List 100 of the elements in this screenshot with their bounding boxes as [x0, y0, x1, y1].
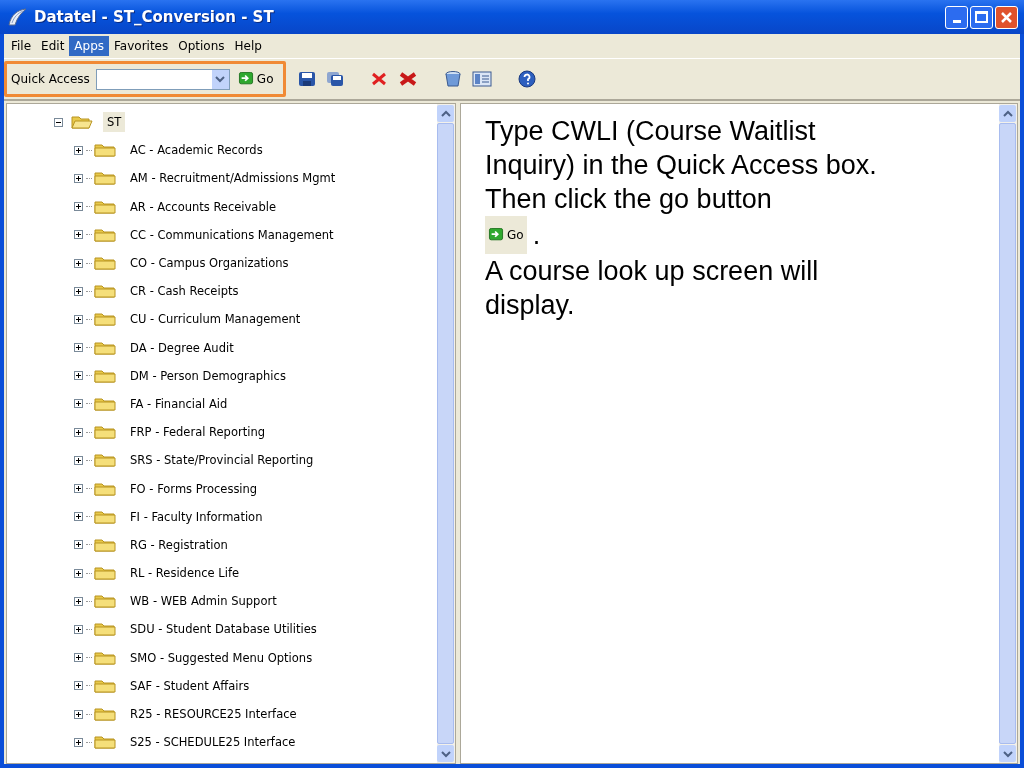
tree-item[interactable]: DM - Person Demographics [126, 365, 290, 386]
folder-icon [94, 453, 116, 468]
expand-toggle[interactable] [71, 173, 85, 183]
go-button-image: Go [485, 216, 527, 254]
expand-toggle[interactable] [71, 427, 85, 437]
scroll-down-icon[interactable] [440, 749, 451, 758]
menu-item[interactable]: Favorites [109, 36, 174, 56]
chevron-down-icon [215, 75, 226, 83]
window-title: Datatel - ST_Conversion - ST [34, 8, 275, 26]
folder-icon [94, 143, 116, 158]
maximize-button[interactable] [970, 5, 993, 29]
scroll-up-icon[interactable] [1002, 109, 1013, 118]
tree-item[interactable]: RL - Residence Life [126, 563, 244, 584]
app-icon [6, 6, 28, 28]
expand-toggle[interactable] [71, 653, 85, 663]
menu-item[interactable]: Help [229, 36, 267, 56]
folder-icon [94, 481, 116, 496]
instruction-text: A course look up screen will display. [485, 255, 820, 322]
folder-icon [94, 735, 116, 750]
instruction-text: Type CWLI (Course Waitlist Inquiry) in the Quick Access box. [485, 115, 878, 182]
folder-icon [94, 199, 116, 214]
expand-toggle[interactable] [71, 681, 85, 691]
scroll-up-icon[interactable] [440, 109, 451, 118]
tree-item[interactable]: AC - Academic Records [126, 140, 267, 161]
tree-item[interactable]: RG - Registration [126, 534, 232, 555]
minimize-button[interactable] [945, 5, 968, 29]
tree-item[interactable]: SDU - Student Database Utilities [126, 619, 321, 640]
tree-item[interactable]: WB - WEB Admin Support [126, 591, 281, 612]
delete-x-icon[interactable] [398, 71, 419, 87]
folder-icon [94, 650, 116, 665]
tree-item[interactable]: SMO - Suggested Menu Options [126, 647, 317, 668]
tree-item[interactable]: SAF - Student Affairs [126, 675, 254, 696]
tree-item[interactable]: SRS - State/Provincial Reporting [126, 450, 318, 471]
tree-item[interactable]: CU - Curriculum Management [126, 309, 305, 330]
folder-icon [94, 284, 116, 299]
menu-item[interactable]: Options [173, 36, 230, 56]
expand-toggle[interactable] [71, 737, 85, 747]
vertical-scrollbar[interactable] [999, 104, 1017, 763]
tree-item[interactable]: FO - Forms Processing [126, 478, 262, 499]
folder-icon [94, 340, 116, 355]
tree-item[interactable]: CO - Campus Organizations [126, 253, 293, 274]
expand-toggle[interactable] [71, 624, 85, 634]
bucket-icon[interactable] [444, 70, 463, 88]
tree-item[interactable]: CC - Communications Management [126, 224, 338, 245]
expand-toggle[interactable] [71, 709, 85, 719]
expand-toggle[interactable] [71, 314, 85, 324]
tree-item[interactable]: R25 - RESOURCE25 Interface [126, 704, 301, 725]
expand-toggle[interactable] [71, 455, 85, 465]
expand-toggle[interactable] [71, 540, 85, 550]
open-folder-icon [71, 115, 93, 130]
folder-icon [94, 707, 116, 722]
menu-item[interactable]: File [6, 36, 37, 56]
expand-toggle[interactable] [71, 484, 85, 494]
folder-icon [94, 256, 116, 271]
expand-toggle[interactable] [71, 512, 85, 522]
tree-item[interactable]: ST [103, 112, 126, 133]
quick-access-label: Quick Access [11, 72, 90, 86]
folder-icon [94, 622, 116, 637]
folder-icon [94, 425, 116, 440]
save-icon[interactable] [298, 71, 317, 87]
folder-icon [94, 678, 116, 693]
tree-item[interactable]: AR - Accounts Receivable [126, 196, 280, 217]
expand-toggle[interactable] [71, 230, 85, 240]
folder-icon [94, 537, 116, 552]
folder-icon [94, 396, 116, 411]
menu-item[interactable]: Edit [36, 36, 70, 56]
folder-icon [94, 312, 116, 327]
expand-toggle[interactable] [71, 568, 85, 578]
folder-icon [94, 171, 116, 186]
folder-icon [94, 509, 116, 524]
tree-item[interactable]: FRP - Federal Reporting [126, 422, 269, 443]
expand-toggle[interactable] [71, 596, 85, 606]
tree-item[interactable]: S25 - SCHEDULE25 Interface [126, 732, 300, 753]
expand-toggle[interactable] [71, 202, 85, 212]
tree-item[interactable]: AM - Recruitment/Admissions Mgmt [126, 168, 340, 189]
folder-icon [94, 227, 116, 242]
expand-toggle[interactable] [71, 145, 85, 155]
instruction-text: . [532, 219, 541, 252]
close-button[interactable] [995, 5, 1018, 29]
tree-item[interactable]: CR - Cash Receipts [126, 281, 243, 302]
expand-toggle[interactable] [71, 371, 85, 381]
vertical-scrollbar[interactable] [437, 104, 455, 763]
expand-toggle[interactable] [71, 399, 85, 409]
quick-access-field[interactable] [95, 68, 230, 90]
go-button[interactable]: Go [235, 72, 276, 86]
expand-toggle[interactable] [71, 258, 85, 268]
folder-icon [94, 594, 116, 609]
menu-item[interactable]: Apps [69, 36, 110, 56]
tree-item[interactable]: FI - Faculty Information [126, 506, 267, 527]
expand-toggle[interactable] [71, 286, 85, 296]
expand-toggle[interactable] [71, 343, 85, 353]
collapse-toggle[interactable] [51, 117, 65, 127]
close-x-icon[interactable] [370, 71, 389, 87]
minimize-icon [952, 20, 961, 23]
save-all-icon[interactable] [326, 71, 345, 87]
tree-item[interactable]: FA - Financial Aid [126, 393, 232, 414]
panel-icon[interactable] [472, 71, 493, 87]
help-icon[interactable] [518, 70, 537, 88]
tree-item[interactable]: DA - Degree Audit [126, 337, 238, 358]
scroll-down-icon[interactable] [1002, 749, 1013, 758]
